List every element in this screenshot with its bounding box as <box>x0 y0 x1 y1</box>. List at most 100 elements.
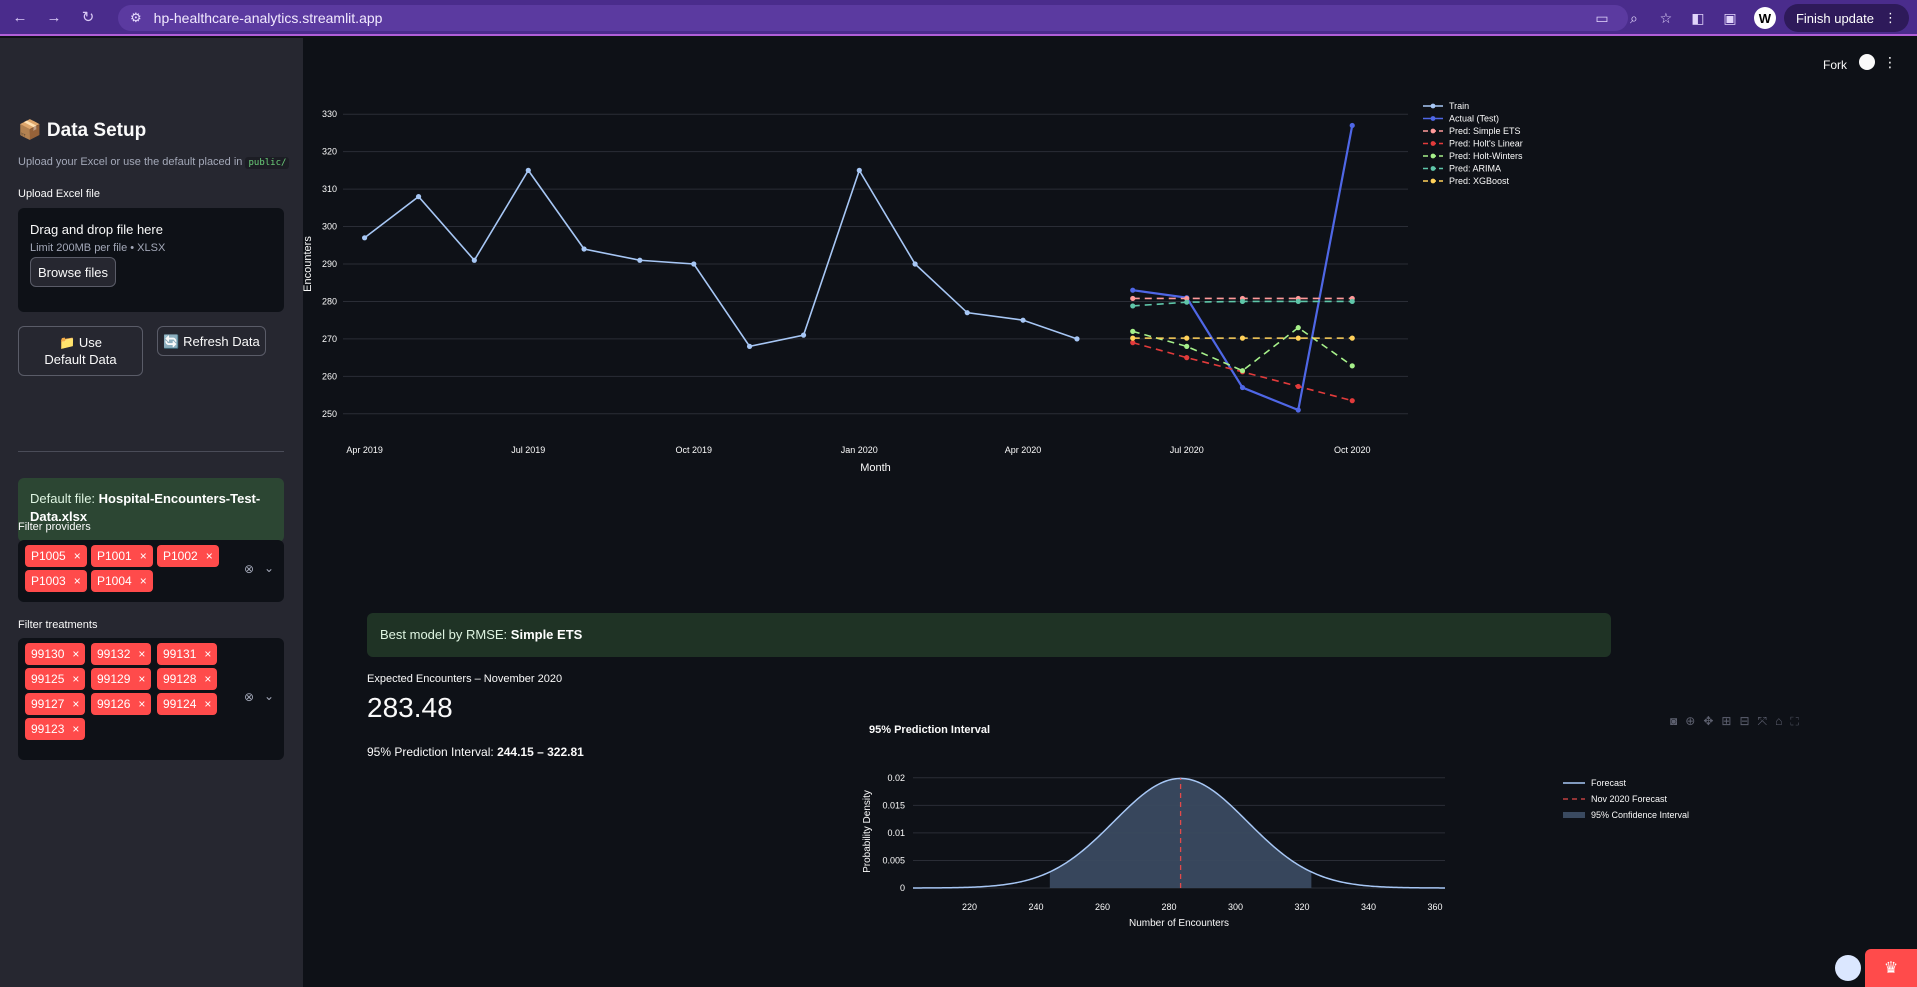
remove-tag-icon[interactable]: × <box>138 697 145 711</box>
data-point <box>471 257 477 263</box>
fork-link[interactable]: Fork <box>1823 58 1847 72</box>
data-point <box>746 343 753 349</box>
zoom-icon[interactable]: ⌕ <box>1618 10 1650 27</box>
streamlit-crown-icon[interactable]: ♛ <box>1865 949 1917 987</box>
back-icon[interactable]: ← <box>6 3 34 31</box>
selected-tag[interactable]: P1002 × <box>157 545 219 567</box>
remove-tag-icon[interactable]: × <box>140 574 147 588</box>
clear-icon[interactable]: ⊗ <box>244 562 254 576</box>
legend-label: Pred: XGBoost <box>1449 176 1510 186</box>
autoscale-icon[interactable]: ⤧ <box>1758 714 1776 728</box>
selected-tag[interactable]: P1004 × <box>91 570 153 592</box>
data-point <box>1295 335 1301 341</box>
y-tick-label: 0.005 <box>882 855 905 865</box>
home-icon[interactable]: ⌂ <box>1775 714 1790 728</box>
more-menu-icon[interactable]: ⋮ <box>1884 10 1897 26</box>
tag-label: 99127 <box>31 697 65 711</box>
tag-label: 99131 <box>163 647 197 661</box>
remove-tag-icon[interactable]: × <box>72 722 79 736</box>
tag-label: 99123 <box>31 722 65 736</box>
tag-label: 99130 <box>31 647 65 661</box>
finish-update-button[interactable]: Finish update ⋮ <box>1783 4 1909 32</box>
forecast-line-chart[interactable]: 250 260 270 280 290 300 310 320 330 Apr 2019 Jul 2… <box>303 98 1917 618</box>
zoom-out-icon[interactable]: ⊟ <box>1739 714 1757 728</box>
x-axis-label: Number of Encounters <box>1129 918 1229 929</box>
data-point <box>1130 340 1136 346</box>
address-bar[interactable]: ⚙ hp-healthcare-analytics.streamlit.app <box>118 5 1628 31</box>
fullscreen-icon[interactable]: ⛶ <box>1790 714 1806 728</box>
reload-icon[interactable]: ↻ <box>74 3 102 31</box>
site-settings-icon[interactable]: ⚙ <box>130 10 142 26</box>
prediction-interval-chart[interactable]: 95% Prediction Interval 0 0.005 0.01 0.015 0.… <box>853 723 1733 983</box>
data-point <box>1184 299 1190 305</box>
github-icon[interactable] <box>1859 54 1875 70</box>
selected-tag[interactable]: 99129 × <box>91 668 152 690</box>
sidebar-subtitle-text: Upload your Excel or use the default pla… <box>18 156 243 168</box>
remove-tag-icon[interactable]: × <box>206 549 213 563</box>
legend-marker <box>1430 128 1436 134</box>
treatments-multiselect[interactable]: ⊗ ⌄ 99130 × 99132 × 99131 × 99125 × 99129 × 99128 ×… <box>18 638 284 760</box>
data-point <box>1130 295 1136 302</box>
selected-tag[interactable]: 99131 × <box>157 643 218 665</box>
remove-tag-icon[interactable]: × <box>74 549 81 563</box>
data-point <box>691 261 697 267</box>
y-tick-label: 0.015 <box>882 800 905 810</box>
y-tick-label: 250 <box>322 409 337 419</box>
main-menu-icon[interactable]: ⋮ <box>1883 54 1897 71</box>
remove-tag-icon[interactable]: × <box>74 574 81 588</box>
x-tick-label: 280 <box>1162 902 1177 912</box>
chevron-down-icon[interactable]: ⌄ <box>264 561 274 575</box>
extensions-icon[interactable]: ◧ <box>1682 10 1714 27</box>
data-point <box>1295 383 1301 390</box>
chevron-down-icon[interactable]: ⌄ <box>264 689 274 703</box>
providers-multiselect[interactable]: ⊗ ⌄ P1005 × P1001 × P1002 × P1003 × P1004 × <box>18 540 284 602</box>
legend-marker <box>1430 178 1436 184</box>
selected-tag[interactable]: 99123 × <box>25 718 86 740</box>
data-point <box>1239 298 1246 305</box>
selected-tag[interactable]: 99127 × <box>25 693 86 715</box>
profile-avatar[interactable]: W <box>1753 7 1776 29</box>
selected-tag[interactable]: 99125 × <box>25 668 86 690</box>
install-app-icon[interactable]: ▭ <box>1586 10 1618 27</box>
remove-tag-icon[interactable]: × <box>138 647 145 661</box>
selected-tag[interactable]: 99128 × <box>157 668 218 690</box>
remove-tag-icon[interactable]: × <box>138 672 145 686</box>
drag-drop-text: Drag and drop file here <box>30 222 163 237</box>
selected-tag[interactable]: 99132 × <box>91 643 152 665</box>
selected-tag[interactable]: P1005 × <box>25 545 87 567</box>
x-tick-label: Apr 2020 <box>1005 445 1042 455</box>
remove-tag-icon[interactable]: × <box>72 647 79 661</box>
refresh-data-button[interactable]: 🔄 Refresh Data <box>157 326 266 356</box>
tab-search-icon[interactable]: ▣ <box>1714 10 1746 27</box>
selected-tag[interactable]: P1003 × <box>25 570 87 592</box>
selected-tag[interactable]: P1001 × <box>91 545 153 567</box>
metric-label: Expected Encounters – November 2020 <box>367 673 563 685</box>
y-tick-label: 290 <box>322 259 337 269</box>
remove-tag-icon[interactable]: × <box>204 697 211 711</box>
selected-tag[interactable]: 99130 × <box>25 643 86 665</box>
data-point <box>912 261 918 267</box>
y-tick-label: 320 <box>322 147 337 157</box>
legend-swatch <box>1563 812 1585 818</box>
browse-files-button[interactable]: Browse files <box>30 257 116 287</box>
treatments-label: Filter treatments <box>18 619 98 631</box>
legend-marker <box>1430 141 1436 146</box>
help-bubble-icon[interactable] <box>1835 955 1861 981</box>
remove-tag-icon[interactable]: × <box>204 672 211 686</box>
file-uploader-dropzone[interactable]: Drag and drop file here Limit 200MB per … <box>18 208 284 312</box>
y-tick-label: 300 <box>322 222 337 232</box>
tag-label: 99129 <box>97 672 131 686</box>
remove-tag-icon[interactable]: × <box>72 697 79 711</box>
x-tick-label: 260 <box>1095 902 1110 912</box>
remove-tag-icon[interactable]: × <box>140 549 147 563</box>
series-line-train <box>364 168 1078 348</box>
selected-tag[interactable]: 99126 × <box>91 693 152 715</box>
remove-tag-icon[interactable]: × <box>72 672 79 686</box>
use-default-data-button[interactable]: 📁 Use Default Data <box>18 326 143 376</box>
clear-icon[interactable]: ⊗ <box>244 690 254 704</box>
data-point <box>415 194 422 200</box>
bookmark-star-icon[interactable]: ☆ <box>1650 10 1682 27</box>
forward-icon[interactable]: → <box>40 3 68 31</box>
selected-tag[interactable]: 99124 × <box>157 693 218 715</box>
remove-tag-icon[interactable]: × <box>204 647 211 661</box>
